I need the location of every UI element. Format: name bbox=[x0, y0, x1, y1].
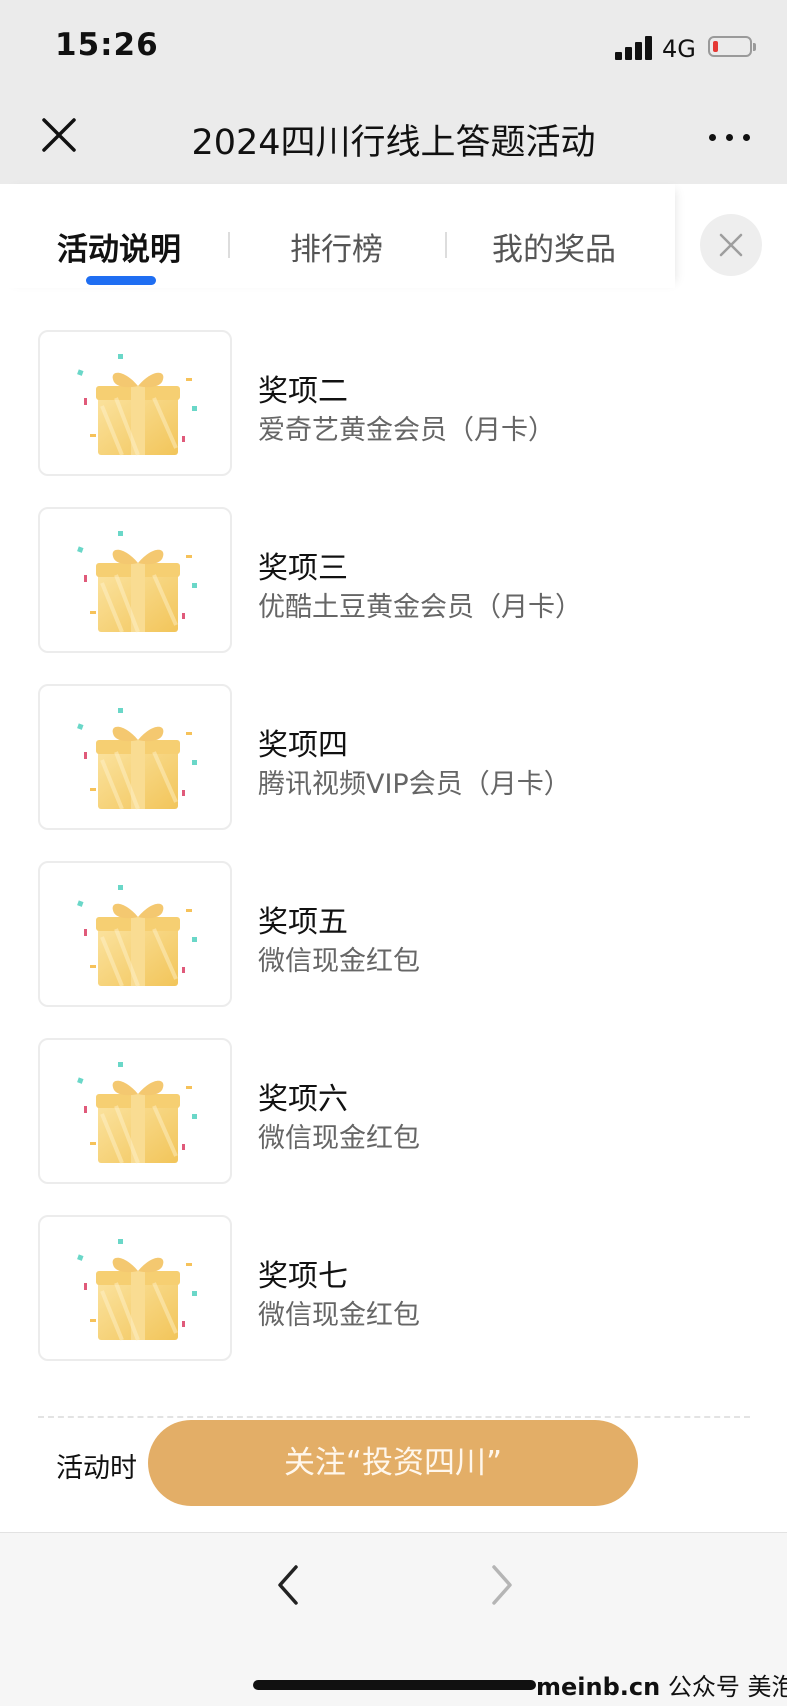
title-bar: 2024四川行线上答题活动 bbox=[0, 92, 787, 184]
prize-item: 奖项六 微信现金红包 bbox=[0, 1038, 787, 1186]
tab-activity-description[interactable]: 活动说明 bbox=[57, 224, 181, 269]
prize-item: 奖项七 微信现金红包 bbox=[0, 1215, 787, 1363]
prize-description: 腾讯视频VIP会员（月卡） bbox=[258, 769, 571, 800]
prize-title: 奖项三 bbox=[258, 551, 348, 586]
close-panel-button[interactable] bbox=[700, 214, 762, 276]
tab-my-prizes[interactable]: 我的奖品 bbox=[492, 224, 616, 269]
prize-item: 奖项二爱奇艺黄金会员（月卡） bbox=[0, 330, 787, 478]
prize-item: 奖项三优酷土豆黄金会员（月卡） bbox=[0, 507, 787, 655]
prize-thumbnail bbox=[38, 861, 232, 1007]
gift-box-icon bbox=[77, 531, 197, 633]
network-type: 4G bbox=[662, 35, 696, 63]
close-icon[interactable] bbox=[38, 114, 80, 156]
prize-title: 奖项四 bbox=[258, 728, 348, 763]
status-bar: 15:26 4G bbox=[0, 0, 787, 92]
gift-box-icon bbox=[77, 885, 197, 987]
back-icon[interactable] bbox=[270, 1563, 306, 1611]
prize-title: 奖项五 bbox=[258, 905, 348, 940]
prize-item: 奖项五 微信现金红包 bbox=[0, 861, 787, 1009]
gift-box-icon bbox=[77, 708, 197, 810]
more-options-icon[interactable] bbox=[705, 122, 755, 152]
close-icon bbox=[719, 233, 743, 257]
section-divider bbox=[38, 1416, 750, 1418]
prize-description: 微信现金红包 bbox=[258, 946, 420, 977]
tab-divider bbox=[228, 232, 230, 258]
prize-thumbnail bbox=[38, 1038, 232, 1184]
tab-bar: 活动说明 排行榜 我的奖品 bbox=[0, 184, 675, 288]
prize-thumbnail bbox=[38, 1215, 232, 1361]
tab-divider bbox=[445, 232, 447, 258]
watermark: meinb.cn 公众号 美泡君 bbox=[536, 1673, 787, 1701]
prize-thumbnail bbox=[38, 684, 232, 830]
tab-leaderboard[interactable]: 排行榜 bbox=[290, 224, 383, 269]
prize-title: 奖项二 bbox=[258, 374, 348, 409]
prize-title: 奖项六 bbox=[258, 1082, 348, 1117]
active-tab-indicator bbox=[86, 276, 156, 285]
home-indicator bbox=[253, 1680, 536, 1690]
browser-toolbar: meinb.cn 公众号 美泡君 bbox=[0, 1532, 787, 1706]
signal-icon bbox=[615, 36, 655, 60]
gift-box-icon bbox=[77, 1239, 197, 1341]
prize-description: 微信现金红包 bbox=[258, 1123, 420, 1154]
prize-thumbnail bbox=[38, 507, 232, 653]
activity-time-label: 活动时 bbox=[56, 1453, 137, 1484]
gift-box-icon bbox=[77, 354, 197, 456]
prize-list: 奖项二 爱奇艺黄金会员（月卡） 奖项三 优酷土豆黄金会员（月卡） 奖项四 腾讯视… bbox=[0, 288, 787, 1532]
status-time: 15:26 bbox=[55, 27, 159, 63]
forward-icon[interactable] bbox=[484, 1563, 520, 1611]
follow-account-button[interactable]: 关注“投资四川” bbox=[148, 1420, 638, 1506]
page-title: 2024四川行线上答题活动 bbox=[191, 123, 596, 163]
prize-thumbnail bbox=[38, 330, 232, 476]
prize-description: 爱奇艺黄金会员（月卡） bbox=[258, 415, 555, 446]
prize-description: 优酷土豆黄金会员（月卡） bbox=[258, 592, 582, 623]
prize-item: 奖项四腾讯视频VIP会员（月卡） bbox=[0, 684, 787, 832]
battery-icon bbox=[708, 36, 756, 57]
prize-description: 微信现金红包 bbox=[258, 1300, 420, 1331]
gift-box-icon bbox=[77, 1062, 197, 1164]
prize-title: 奖项七 bbox=[258, 1259, 348, 1294]
